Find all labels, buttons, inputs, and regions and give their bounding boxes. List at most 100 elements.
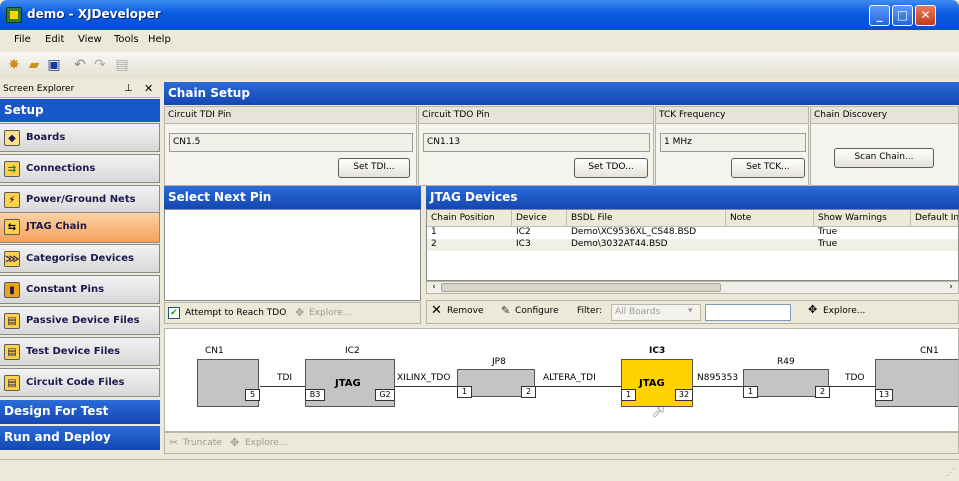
nav-test-device-files[interactable]: ▤ Test Device Files bbox=[0, 337, 160, 366]
tdo-field[interactable]: CN1.13 bbox=[423, 133, 650, 152]
table-row[interactable]: 2 IC3 Demo\3032AT44.BSD True bbox=[427, 239, 958, 251]
nav-categorise-devices[interactable]: ⋙ Categorise Devices bbox=[0, 244, 160, 273]
pin-jp8-1[interactable]: 1 bbox=[457, 386, 472, 398]
tdi-group: Circuit TDI Pin CN1.5 Set TDI... bbox=[164, 106, 417, 186]
minimize-button[interactable]: _ bbox=[869, 5, 890, 26]
file-icon: ▤ bbox=[4, 313, 20, 329]
nav-label: Circuit Code Files bbox=[26, 377, 125, 388]
set-tdi-button[interactable]: Set TDI... bbox=[338, 158, 410, 178]
filter-label: Filter: bbox=[577, 306, 603, 316]
pin-r49-2[interactable]: 2 bbox=[815, 386, 830, 398]
explore-move-icon: ✥ bbox=[295, 306, 305, 319]
pin-jp8-2[interactable]: 2 bbox=[521, 386, 536, 398]
set-tdo-button[interactable]: Set TDO... bbox=[574, 158, 648, 178]
tdo-group: Circuit TDO Pin CN1.13 Set TDO... bbox=[418, 106, 654, 186]
nav-connections[interactable]: ⇉ Connections bbox=[0, 154, 160, 183]
screen-explorer-title: Screen Explorer bbox=[3, 84, 75, 94]
chain-diagram[interactable]: CN1 5 TDI IC2 JTAG B3 G2 XILINX_TDO JP8 … bbox=[164, 328, 959, 432]
cell-device: IC2 bbox=[516, 227, 531, 237]
connections-icon: ⇉ bbox=[4, 161, 20, 177]
pin-ic3-1[interactable]: 1 bbox=[621, 389, 636, 401]
jtag-devices-table: Chain Position Device BSDL File Note Sho… bbox=[426, 209, 959, 281]
attempt-tdo-label: Attempt to Reach TDO bbox=[185, 308, 287, 318]
next-pin-list[interactable] bbox=[164, 209, 421, 301]
resize-grip-icon[interactable]: ⋰ bbox=[946, 468, 955, 478]
pin-icon[interactable]: ⊥ bbox=[124, 83, 133, 94]
col-device[interactable]: Device bbox=[512, 210, 567, 227]
lock-icon: ▮ bbox=[4, 282, 20, 298]
menu-help[interactable]: Help bbox=[148, 34, 171, 45]
run-and-deploy-section[interactable]: Run and Deploy bbox=[0, 426, 160, 450]
cell-bsdl: Demo\3032AT44.BSD bbox=[571, 239, 668, 249]
window-title: demo - XJDeveloper bbox=[27, 7, 161, 21]
mouse-cursor-icon: ➚ bbox=[651, 401, 667, 422]
nav-power-ground[interactable]: ⚡ Power/Ground Nets bbox=[0, 185, 160, 214]
attempt-tdo-checkbox[interactable]: ✔ bbox=[168, 307, 180, 319]
chain-setup-header: Chain Setup bbox=[164, 82, 959, 105]
redo-icon[interactable]: ↷ bbox=[90, 55, 110, 75]
configure-button[interactable]: Configure bbox=[515, 306, 559, 316]
scroll-left-icon[interactable]: ‹ bbox=[428, 282, 440, 293]
status-bar: ⋰ bbox=[0, 459, 959, 481]
setup-section-header[interactable]: Setup bbox=[0, 99, 160, 122]
col-bsdl-file[interactable]: BSDL File bbox=[567, 210, 726, 227]
menu-view[interactable]: View bbox=[78, 34, 102, 45]
file-icon: ▤ bbox=[4, 344, 20, 360]
pin-ic2-g2[interactable]: G2 bbox=[375, 389, 395, 401]
col-show-warnings[interactable]: Show Warnings bbox=[814, 210, 911, 227]
pin-cn1-5[interactable]: 5 bbox=[245, 389, 260, 401]
filter-text-input[interactable] bbox=[705, 304, 791, 321]
pin-ic2-b3[interactable]: B3 bbox=[305, 389, 325, 401]
filter-dropdown[interactable]: All Boards ▾ bbox=[611, 304, 701, 321]
scan-chain-button[interactable]: Scan Chain... bbox=[834, 148, 934, 168]
set-tck-button[interactable]: Set TCK... bbox=[731, 158, 805, 178]
pin-r49-1[interactable]: 1 bbox=[743, 386, 758, 398]
tdi-field[interactable]: CN1.5 bbox=[169, 133, 413, 152]
menu-bar: File Edit View Tools Help bbox=[0, 30, 959, 52]
col-note[interactable]: Note bbox=[726, 210, 814, 227]
explore-button[interactable]: Explore... bbox=[309, 308, 351, 318]
menu-tools[interactable]: Tools bbox=[114, 34, 139, 45]
close-pane-icon[interactable]: ✕ bbox=[144, 82, 153, 95]
maximize-button[interactable]: □ bbox=[892, 5, 913, 26]
close-button[interactable]: ✕ bbox=[915, 5, 936, 26]
properties-icon[interactable]: ▤ bbox=[112, 55, 132, 75]
chevron-down-icon: ▾ bbox=[688, 306, 693, 316]
power-icon: ⚡ bbox=[4, 192, 20, 208]
explore-button[interactable]: Explore... bbox=[823, 306, 865, 316]
truncate-button[interactable]: Truncate bbox=[183, 438, 222, 448]
nav-circuit-code-files[interactable]: ▤ Circuit Code Files bbox=[0, 368, 160, 397]
horizontal-scrollbar[interactable]: ‹ › bbox=[426, 281, 959, 294]
net-label-xilinx-tdo: XILINX_TDO bbox=[397, 373, 451, 383]
table-row[interactable]: 1 IC2 Demo\XC9536XL_CS48.BSD True bbox=[427, 227, 958, 239]
part-label-cn1: CN1 bbox=[205, 346, 224, 356]
menu-edit[interactable]: Edit bbox=[45, 34, 64, 45]
nav-label: JTAG Chain bbox=[26, 221, 87, 232]
col-chain-position[interactable]: Chain Position bbox=[427, 210, 512, 227]
cell-warn: True bbox=[818, 239, 838, 249]
title-bar[interactable]: demo - XJDeveloper _ □ ✕ bbox=[0, 0, 959, 30]
undo-icon[interactable]: ↶ bbox=[70, 55, 90, 75]
select-next-pin-header: Select Next Pin bbox=[164, 186, 421, 209]
remove-button[interactable]: Remove bbox=[447, 306, 484, 316]
scroll-thumb[interactable] bbox=[441, 283, 721, 292]
jtag-devices-toolbar: ✕ Remove ✎ Configure Filter: All Boards … bbox=[426, 300, 959, 324]
explore-button[interactable]: Explore... bbox=[245, 438, 287, 448]
save-icon[interactable]: ▣ bbox=[44, 55, 64, 75]
open-folder-icon[interactable]: ▰ bbox=[24, 55, 44, 75]
scroll-right-icon[interactable]: › bbox=[945, 282, 957, 293]
pin-cn1-13[interactable]: 13 bbox=[875, 389, 893, 401]
nav-jtag-chain[interactable]: ⇆ JTAG Chain bbox=[0, 212, 160, 243]
col-default-in[interactable]: Default In bbox=[911, 210, 958, 227]
menu-file[interactable]: File bbox=[14, 34, 31, 45]
nav-constant-pins[interactable]: ▮ Constant Pins bbox=[0, 275, 160, 304]
nav-passive-device-files[interactable]: ▤ Passive Device Files bbox=[0, 306, 160, 335]
new-project-icon[interactable]: ✸ bbox=[4, 55, 24, 75]
tck-label: TCK Frequency bbox=[656, 107, 808, 124]
tck-field[interactable]: 1 MHz bbox=[660, 133, 806, 152]
nav-label: Connections bbox=[26, 163, 96, 174]
pin-ic3-32[interactable]: 32 bbox=[675, 389, 693, 401]
nav-label: Test Device Files bbox=[26, 346, 121, 357]
nav-boards[interactable]: ◆ Boards bbox=[0, 123, 160, 152]
design-for-test-section[interactable]: Design For Test bbox=[0, 400, 160, 424]
